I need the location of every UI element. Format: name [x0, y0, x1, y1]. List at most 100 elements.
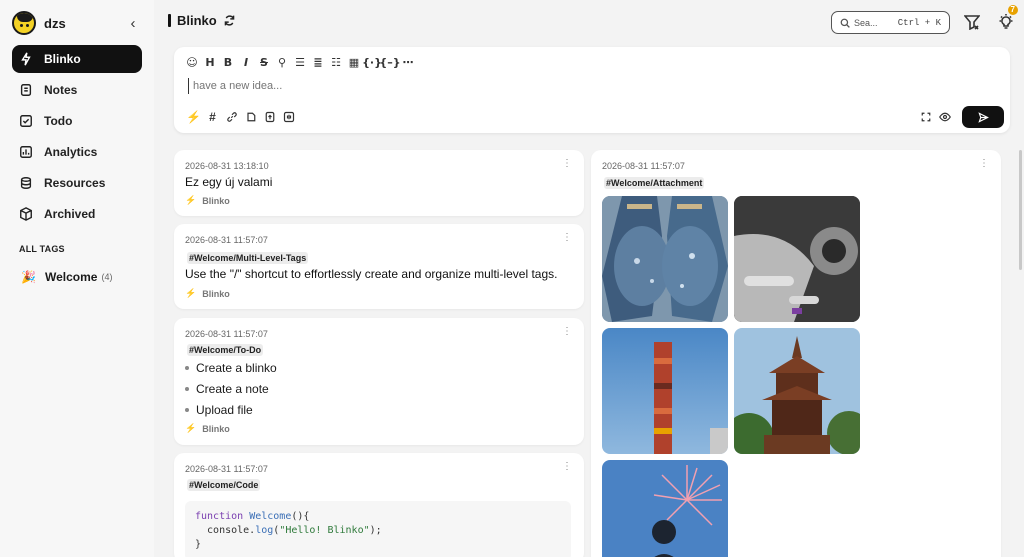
code-line: } [195, 539, 202, 550]
link-icon[interactable] [222, 109, 241, 125]
numbered-list-icon[interactable]: ≣ [310, 55, 326, 69]
bold-icon[interactable]: B [220, 55, 236, 69]
party-icon: 🎉 [21, 270, 36, 284]
tower-image[interactable] [602, 328, 728, 454]
tags-title: ALL TAGS [19, 244, 65, 254]
note-type-text: Blinko [202, 423, 230, 434]
bolt-icon: ⚡ [185, 195, 197, 205]
fireworks-image[interactable] [602, 460, 728, 557]
note-date: 2026-08-31 11:57:07 [602, 161, 685, 171]
code-block: function Welcome(){ console.log("Hello! … [185, 501, 571, 557]
tag-item-welcome[interactable]: 🎉 Welcome (4) [12, 266, 142, 288]
strikethrough-icon[interactable]: S [256, 55, 272, 69]
engine-image[interactable] [734, 196, 860, 322]
editor-tools: ⚡ # [184, 109, 298, 125]
note-hashtag[interactable]: #Welcome/To-Do [187, 344, 264, 356]
sidebar-item-label: Resources [44, 176, 106, 190]
sync-icon[interactable] [223, 14, 236, 27]
note-card[interactable]: 2026-08-31 13:18:10 ⋮ Ez egy új valami ⚡… [174, 150, 584, 216]
heading-icon[interactable]: H [202, 55, 218, 69]
chevron-left-icon[interactable]: ‹ [124, 15, 142, 32]
code-line: function Welcome(){ [195, 511, 310, 522]
bolt-icon[interactable]: ⚡ [184, 109, 203, 125]
bullet-dot [185, 407, 189, 412]
code-line: console.log("Hello! Blinko"); [195, 525, 382, 536]
sidebar-item-notes[interactable]: Notes [12, 76, 142, 104]
note-date: 2026-08-31 11:57:07 [185, 329, 268, 339]
more-options-icon[interactable]: ⋮ [562, 327, 572, 337]
bolt-icon: ⚡ [185, 423, 197, 433]
more-options-icon[interactable]: ⋮ [979, 159, 989, 169]
sidebar-item-label: Todo [44, 114, 73, 128]
bullet-list-icon[interactable]: ☰ [292, 55, 308, 69]
list-item-text: Upload file [196, 402, 253, 417]
check-list-icon[interactable]: ☷ [328, 55, 344, 69]
upload-icon[interactable] [260, 109, 279, 125]
search-icon [840, 18, 850, 28]
note-type-label: ⚡ Blinko [185, 195, 230, 206]
code-block-icon[interactable]: {–} [379, 55, 400, 69]
send-icon [977, 111, 989, 123]
sidebar: dzs ‹ Blinko Notes Todo Analytics Resour… [0, 0, 154, 557]
sidebar-item-label: Notes [44, 83, 78, 97]
box-icon [19, 207, 33, 221]
voice-icon[interactable] [279, 109, 298, 125]
database-icon [19, 176, 33, 190]
scrollbar[interactable] [1019, 150, 1022, 270]
note-type-label: ⚡ Blinko [185, 288, 230, 299]
attachment-icon[interactable] [241, 109, 260, 125]
note-card[interactable]: 2026-08-31 11:57:07 ⋮ #Welcome/Attachmen… [591, 150, 1001, 557]
note-hashtag[interactable]: #Welcome/Multi-Level-Tags [187, 252, 309, 264]
search-input[interactable]: Sea... Ctrl + K [831, 11, 950, 34]
table-icon[interactable]: ▦ [346, 55, 362, 69]
brand: dzs ‹ [12, 10, 142, 36]
search-shortcut: Ctrl + K [897, 17, 941, 28]
sidebar-item-todo[interactable]: Todo [12, 107, 142, 135]
more-options-icon[interactable]: ⋮ [562, 233, 572, 243]
code-inline-icon[interactable]: {·} [362, 55, 382, 69]
note-editor: ☺ H B I S ⚲ ☰ ≣ ☷ ▦ {·} {–} ⋯ ⚡ # [174, 47, 1010, 133]
note-date: 2026-08-31 11:57:07 [185, 235, 268, 245]
more-icon[interactable]: ⋯ [400, 55, 416, 69]
page-title-text: Blinko [177, 13, 217, 28]
send-button[interactable] [962, 106, 1004, 128]
filter-icon[interactable] [962, 12, 982, 32]
sidebar-item-archived[interactable]: Archived [12, 200, 142, 228]
note-hashtag[interactable]: #Welcome/Code [187, 479, 261, 491]
list-item: Upload file [185, 399, 277, 420]
format-toolbar: ☺ H B I S ⚲ ☰ ≣ ☷ ▦ {·} {–} ⋯ [184, 55, 418, 69]
hands-image[interactable] [602, 196, 728, 322]
note-type-text: Blinko [202, 195, 230, 206]
todo-list: Create a blinko Create a note Upload fil… [185, 357, 277, 420]
list-item: Create a note [185, 378, 277, 399]
link-icon[interactable]: ⚲ [274, 55, 290, 69]
tag-count: (4) [101, 272, 113, 282]
search-placeholder: Sea... [854, 17, 878, 28]
fullscreen-icon[interactable] [916, 109, 935, 125]
note-card[interactable]: 2026-08-31 11:57:07 ⋮ #Welcome/To-Do Cre… [174, 318, 584, 445]
note-hashtag[interactable]: #Welcome/Attachment [604, 177, 705, 189]
note-card[interactable]: 2026-08-31 11:57:07 ⋮ #Welcome/Multi-Lev… [174, 224, 584, 309]
note-card[interactable]: 2026-08-31 11:57:07 ⋮ #Welcome/Code func… [174, 453, 584, 557]
preview-eye-icon[interactable] [935, 109, 954, 125]
editor-actions [916, 106, 1004, 128]
note-date: 2026-08-31 13:18:10 [185, 161, 269, 171]
lightbulb-icon[interactable]: 7 [996, 5, 1018, 32]
more-options-icon[interactable]: ⋮ [562, 462, 572, 472]
sidebar-item-analytics[interactable]: Analytics [12, 138, 142, 166]
pagoda-image[interactable] [734, 328, 860, 454]
sidebar-item-label: Archived [44, 207, 96, 221]
avatar[interactable] [12, 11, 36, 35]
bolt-icon [19, 52, 33, 66]
more-options-icon[interactable]: ⋮ [562, 159, 572, 169]
italic-icon[interactable]: I [238, 55, 254, 69]
emoji-icon[interactable]: ☺ [184, 55, 200, 69]
todo-icon [19, 114, 33, 128]
sidebar-item-label: Analytics [44, 145, 98, 159]
list-item-text: Create a note [196, 381, 269, 396]
title-bar [168, 14, 171, 27]
sidebar-item-resources[interactable]: Resources [12, 169, 142, 197]
hashtag-icon[interactable]: # [203, 109, 222, 125]
sidebar-item-blinko[interactable]: Blinko [12, 45, 142, 73]
note-input[interactable] [188, 78, 888, 94]
